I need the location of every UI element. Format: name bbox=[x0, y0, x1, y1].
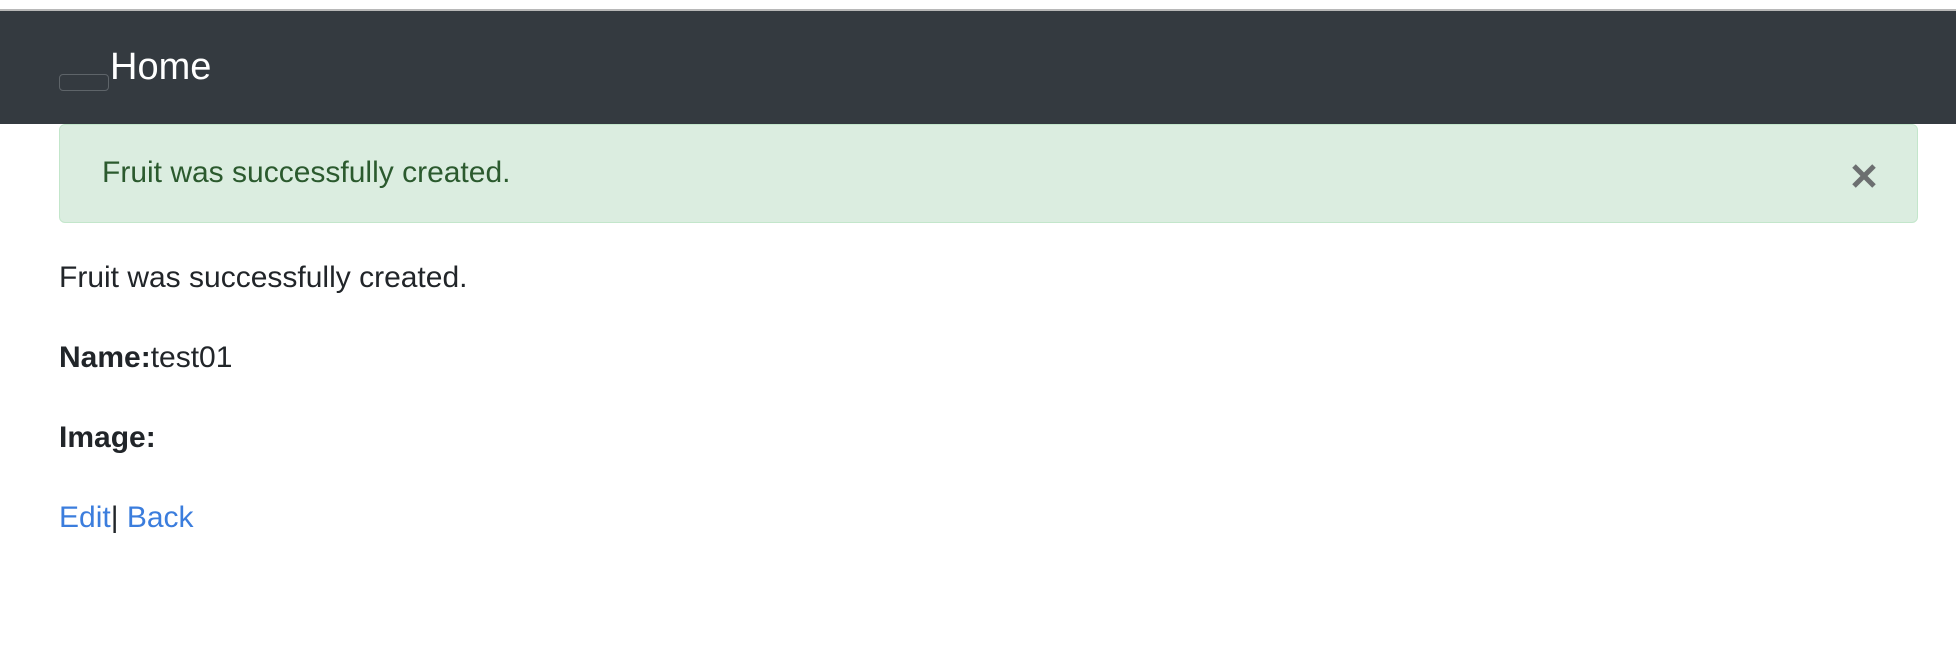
link-separator: | bbox=[110, 501, 119, 534]
image-field: Image: bbox=[59, 420, 156, 456]
back-link[interactable]: Back bbox=[127, 501, 194, 534]
name-value: test01 bbox=[150, 341, 233, 374]
navbar: Home bbox=[0, 11, 1956, 124]
name-field: Name:test01 bbox=[59, 340, 232, 376]
navbar-toggler-button[interactable] bbox=[59, 74, 109, 91]
notice-text: Fruit was successfully created. bbox=[59, 261, 468, 294]
edit-link[interactable]: Edit bbox=[59, 501, 111, 534]
close-icon[interactable] bbox=[1849, 161, 1879, 191]
name-label: Name: bbox=[59, 341, 151, 374]
success-alert: Fruit was successfully created. bbox=[59, 124, 1918, 223]
action-links: Edit| Back bbox=[59, 500, 194, 536]
alert-message: Fruit was successfully created. bbox=[102, 156, 511, 189]
navbar-brand-home-link[interactable]: Home bbox=[110, 45, 211, 91]
image-label: Image: bbox=[59, 421, 156, 454]
browser-top-edge bbox=[0, 0, 1956, 11]
